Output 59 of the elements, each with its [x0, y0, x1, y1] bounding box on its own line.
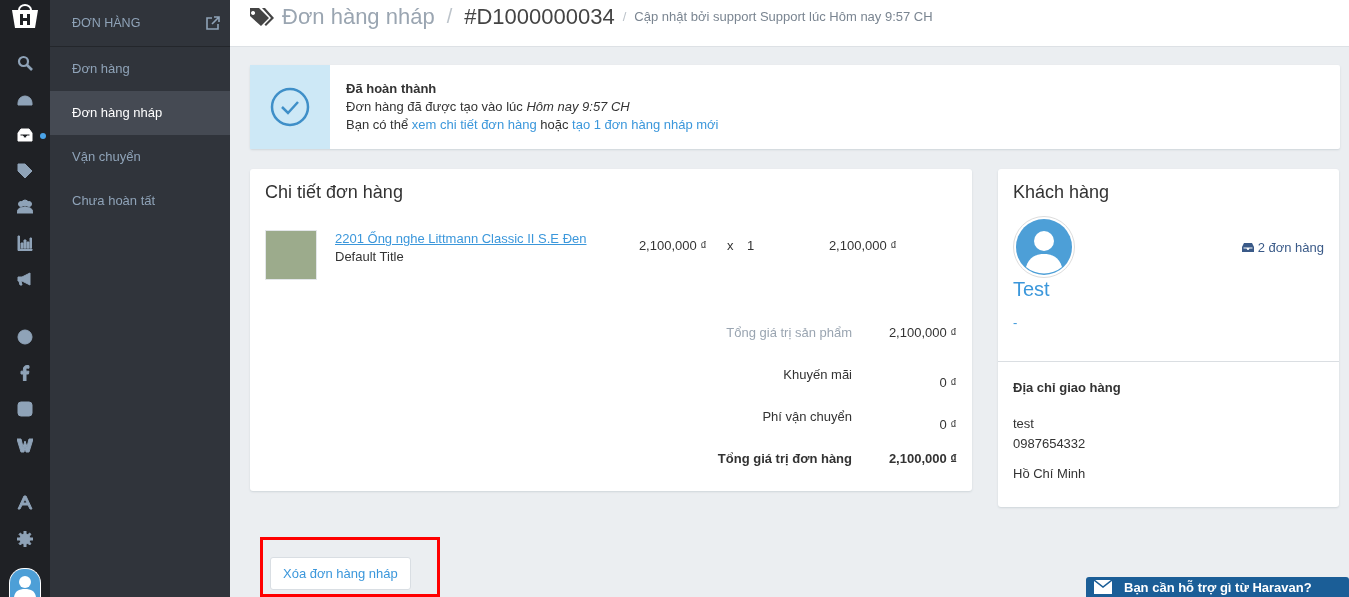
users-icon[interactable]: [17, 199, 33, 215]
customer-orders-link[interactable]: 2 đơn hàng: [1241, 239, 1324, 255]
app-store-icon[interactable]: [17, 495, 33, 511]
summary-label: Khuyến mãi: [782, 367, 852, 382]
summary-label: Phí vận chuyển: [761, 409, 852, 424]
submenu-item[interactable]: Chưa hoàn tất: [50, 179, 230, 223]
check-circle-icon: [270, 87, 310, 127]
customer-name-link[interactable]: Test: [1013, 278, 1050, 300]
support-text: Bạn cần hỗ trợ gì từ Haravan?: [1124, 579, 1312, 595]
breadcrumb-separator: /: [445, 5, 454, 28]
summary-label: Tổng giá trị sản phẩm: [725, 325, 852, 340]
summary-value: 0 ₫: [938, 375, 957, 390]
bar-chart-icon[interactable]: [17, 235, 33, 251]
address-line: 0987654332: [1013, 435, 1087, 453]
settings-icon[interactable]: [17, 531, 33, 547]
line-total: 2,100,000 ₫: [827, 238, 897, 253]
alert-title: Đã hoàn thành: [346, 80, 438, 98]
new-draft-link[interactable]: tạo 1 đơn hàng nháp mới: [572, 117, 719, 132]
support-chat-bar[interactable]: Bạn cần hỗ trợ gì từ Haravan?: [1086, 577, 1349, 597]
orders-count: 2 đơn hàng: [1257, 239, 1324, 255]
inbox-icon[interactable]: [17, 127, 33, 143]
customer-email: -: [1013, 315, 1019, 330]
summary-label: Tổng giá trị đơn hàng: [716, 451, 852, 466]
quantity: 1: [747, 238, 756, 253]
card-title: Chi tiết đơn hàng: [265, 181, 404, 204]
summary-value: 2,100,000 ₫: [887, 451, 957, 466]
external-link-icon[interactable]: [206, 16, 220, 30]
alert-message: Bạn có thể xem chi tiết đơn hàng hoặc tạo 1 đơn hàng nháp mới: [346, 116, 719, 134]
product-variant: Default Title: [335, 248, 405, 266]
unit-price: 2,100,000 ₫: [637, 238, 707, 253]
w-logo-icon[interactable]: [17, 437, 33, 453]
summary-value: 2,100,000 ₫: [887, 325, 957, 340]
envelope-icon: [1094, 580, 1112, 594]
update-info: Cập nhật bởi support Support lúc Hôm nay 9:57 CH: [634, 9, 933, 24]
submenu-title: ĐƠN HÀNG: [72, 16, 141, 30]
product-photo-placeholder: [265, 230, 317, 280]
product-link[interactable]: 2201 Ống nghe Littmann Classic II S.E Đen: [335, 231, 587, 246]
breadcrumb-separator: /: [622, 9, 627, 24]
alert-message: Đơn hàng đã được tạo vào lúc Hôm nay 9:57 CH: [346, 98, 631, 116]
submenu-item[interactable]: Vận chuyển: [50, 135, 230, 179]
address-line: test: [1013, 415, 1035, 433]
user-avatar[interactable]: [9, 568, 41, 597]
page-title: Đơn hàng nháp: [282, 3, 435, 30]
submenu-item[interactable]: Đơn hàng nháp: [50, 91, 230, 135]
delete-draft-button[interactable]: Xóa đơn hàng nháp: [270, 557, 411, 590]
summary-value: 0 ₫: [938, 417, 957, 432]
order-number: #D1000000034: [464, 3, 615, 30]
inbox-icon: [1241, 242, 1254, 252]
submenu-item[interactable]: Đơn hàng: [50, 47, 230, 91]
multiply-sign: x: [727, 238, 735, 253]
megaphone-icon[interactable]: [17, 271, 33, 287]
tags-icon: [250, 5, 274, 28]
order-detail-link[interactable]: xem chi tiết đơn hàng: [411, 117, 537, 132]
tag-icon[interactable]: [17, 163, 33, 179]
search-icon[interactable]: [17, 55, 33, 71]
address-title: Địa chỉ giao hàng: [1013, 379, 1122, 397]
facebook-icon[interactable]: [17, 365, 33, 381]
card-title: Khách hàng: [1013, 181, 1111, 204]
address-city: Hồ Chí Minh: [1013, 465, 1087, 483]
